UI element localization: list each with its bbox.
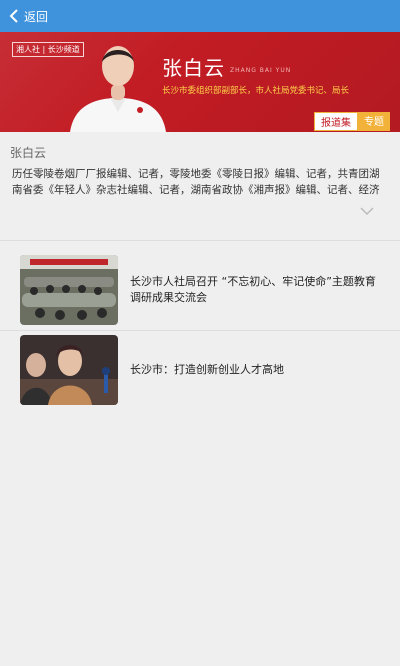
news-thumbnail-1 — [20, 255, 118, 325]
bio-text: 历任零陵卷烟厂厂报编辑、记者，零陵地委《零陵日报》编辑、记者，共青团湖南省委《年… — [12, 168, 380, 196]
top-bar: 返回 — [0, 0, 400, 32]
news-item-2[interactable]: 长沙市：打造创新创业人才高地 — [20, 334, 400, 406]
back-label: 返回 — [24, 9, 49, 24]
news-title-2: 长沙市：打造创新创业人才高地 — [130, 363, 284, 376]
section-divider — [0, 240, 400, 241]
report-collection-tag[interactable]: 报道集 — [314, 112, 358, 131]
profile-title: 长沙市委组织部副部长，市人社局党委书记、局长 — [162, 86, 350, 96]
special-topic-tag[interactable]: 专题 — [358, 112, 390, 131]
meeting-room-image — [20, 255, 118, 325]
portrait-image — [70, 46, 166, 132]
profile-name: 张白云 — [162, 56, 225, 80]
speaker-photo-image — [20, 335, 118, 405]
bio-name: 张白云 — [10, 146, 47, 160]
bio-section: 张白云 历任零陵卷烟厂厂报编辑、记者，零陵地委《零陵日报》编辑、记者，共青团湖南… — [0, 132, 400, 230]
profile-banner: 湘人社 | 长沙频道 张白云 ZHANG BAI YUN 长沙市委组织部副部长，… — [0, 32, 400, 132]
back-button[interactable]: 返回 — [8, 8, 48, 25]
news-item-1[interactable]: 长沙市人社局召开 “不忘初心、牢记使命”主题教育调研成果交流会 — [20, 254, 400, 326]
chevron-left-icon — [9, 9, 18, 23]
news-divider — [0, 330, 400, 331]
chevron-down-icon[interactable] — [360, 206, 374, 216]
banner-tags: 报道集 专题 — [314, 112, 390, 131]
profile-name-pinyin: ZHANG BAI YUN — [230, 67, 292, 74]
news-thumbnail-2 — [20, 335, 118, 405]
news-title-1: 长沙市人社局召开 “不忘初心、牢记使命”主题教育调研成果交流会 — [130, 275, 376, 304]
